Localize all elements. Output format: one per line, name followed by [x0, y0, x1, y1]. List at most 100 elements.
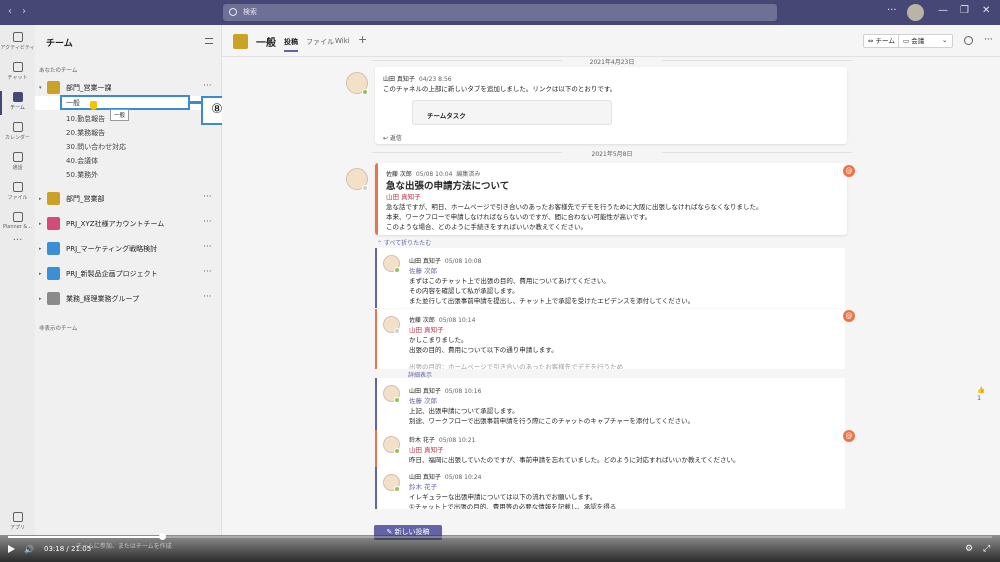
search-icon — [229, 8, 237, 16]
search-input[interactable]: 検索 — [223, 4, 777, 21]
post-text: 急な話ですが、明日、ホームページで引き合いのあったお客様先でデモを行うために大阪… — [386, 203, 763, 211]
tab-posts[interactable]: 投稿 — [284, 37, 298, 52]
rail-chat[interactable]: チャット — [0, 59, 35, 89]
rail-calendar[interactable]: カレンダー — [0, 119, 35, 149]
channel-item[interactable]: 50.業務外 — [66, 170, 98, 180]
close-button[interactable]: ✕ — [982, 5, 990, 16]
reply-text: イレギュラーな出張申請については以下の流れでお願いします。 — [409, 493, 597, 501]
panel-title: チーム — [46, 39, 73, 49]
mention[interactable]: 山田 真知子 — [386, 191, 421, 201]
team-icon — [47, 242, 60, 255]
progress-knob[interactable] — [159, 533, 167, 540]
chevron-right-icon[interactable]: ▸ — [39, 221, 42, 227]
more-options-icon[interactable]: ··· — [980, 34, 997, 48]
more-options-icon[interactable]: ··· — [203, 192, 212, 202]
channel-item[interactable]: 40.会議体 — [66, 156, 98, 166]
team-icon — [47, 81, 60, 94]
section-your-teams[interactable]: あなたのチーム — [39, 66, 77, 74]
mention[interactable]: 山田 真知子 — [409, 444, 444, 454]
calendar-icon — [12, 122, 23, 132]
tab-wiki[interactable]: Wiki — [335, 37, 350, 45]
post-meta: 山田 真知子 04/23 8:56 — [383, 76, 452, 83]
reply-text: その内容を確認して私が承認します。 — [409, 287, 519, 295]
reply-text: まずはこのチャット上で出張の目的、費用についてあげてください。 — [409, 277, 610, 285]
rail-calls[interactable]: 通話 — [0, 149, 35, 179]
play-icon[interactable] — [8, 545, 15, 553]
rail-teams[interactable]: チーム — [0, 89, 35, 119]
mention[interactable]: 佐藤 次郎 — [409, 265, 437, 275]
team-button[interactable]: ⇔ チーム — [863, 34, 900, 48]
tab-card[interactable]: チームタスク — [412, 100, 612, 125]
meet-dropdown-icon[interactable]: ⌄ — [938, 34, 951, 48]
app-rail: アクティビティ チャット チーム カレンダー 通話 ファイル Planner &… — [0, 25, 35, 535]
reply-item: 山田 真知子 05/08 10:16 佐藤 次郎 上記、出張申請について承認します… — [375, 378, 985, 432]
chevron-right-icon[interactable]: ▸ — [39, 246, 42, 252]
progress-track[interactable] — [8, 533, 992, 540]
reply-text: 別途、ワークフローで出張事前申請を行う際にこのチャットのキャプチャーを添付してく… — [409, 417, 694, 425]
fullscreen-icon[interactable]: ⤢ — [983, 544, 990, 554]
settings-icon[interactable]: ⚙ — [965, 544, 973, 554]
filter-icon[interactable] — [205, 38, 213, 44]
reply-text: かしこまりました。 — [409, 336, 468, 344]
user-avatar[interactable] — [907, 4, 924, 21]
section-hidden-teams[interactable]: 非表示のチーム — [39, 324, 77, 332]
channel-item[interactable]: 30.問い合わせ対応 — [66, 142, 126, 152]
add-tab-icon[interactable]: + — [358, 33, 367, 46]
reply-link[interactable]: ↩ 返信 — [383, 133, 402, 142]
post-card: 佐藤 次郎 05/08 10:04 編集済み 急な出張の申請方法について 山田 真知… — [375, 163, 847, 235]
chevron-right-icon[interactable]: ▸ — [39, 196, 42, 202]
team-icon — [47, 292, 60, 305]
post-meta: 佐藤 次郎 05/08 10:04 編集済み — [386, 171, 481, 178]
presence-icon — [394, 328, 400, 334]
thumbs-up-icon: 👍 — [977, 386, 986, 394]
mention-badge-icon: @ — [843, 165, 855, 177]
title-bar: ‹ › 検索 ··· — ❐ ✕ — [0, 0, 1000, 25]
reply-text: 昨日、福岡に出張していたのですが、事前申請を忘れていました。どのように対応すれば… — [409, 456, 740, 464]
reply-text: ①チャット上で出張の目的、費用等の必要な情報を記載し、承認を得る — [409, 503, 617, 509]
reply-text: また並行して出張事前申請を提出し、チャット上で承認を受けたエビデンスを添付してく… — [409, 297, 695, 305]
maximize-button[interactable]: ❐ — [960, 5, 969, 16]
minimize-button[interactable]: — — [938, 5, 948, 16]
join-or-create-team[interactable]: チームに参加、またはチームを作成 — [76, 541, 172, 550]
more-options-icon[interactable]: ··· — [203, 217, 212, 227]
date-divider: 2021年4月23日 — [372, 57, 852, 66]
reply-meta: 鈴木 花子 05/08 10:21 — [409, 437, 476, 444]
like-reaction[interactable]: 👍 1 — [977, 386, 985, 402]
channel-item[interactable]: 20.業務報告 — [66, 128, 105, 138]
tab-files[interactable]: ファイル — [306, 37, 334, 47]
team-row[interactable]: ▸ PRJ_XYZ社様アカウントチーム ··· — [35, 216, 222, 232]
reply-item: 鈴木 花子 05/08 10:21 山田 真知子 昨日、福岡に出張していたのですが… — [375, 430, 845, 468]
chevron-down-icon[interactable]: ▾ — [39, 85, 42, 91]
back-icon[interactable]: ‹ — [8, 6, 12, 17]
reply-meta: 山田 真知子 05/08 10:24 — [409, 474, 482, 481]
chevron-right-icon[interactable]: ▸ — [39, 296, 42, 302]
reply-text: 出張の目的、費用について以下の通り申請します。 — [409, 346, 558, 354]
channel-item[interactable]: 10.勤怠報告 — [66, 114, 105, 124]
more-options-icon[interactable]: ··· — [887, 5, 897, 16]
mention[interactable]: 山田 真知子 — [409, 324, 444, 334]
rail-activity[interactable]: アクティビティ — [0, 29, 35, 59]
phone-icon — [12, 152, 23, 162]
more-options-icon[interactable]: ··· — [203, 81, 212, 91]
forward-icon[interactable]: › — [22, 6, 26, 17]
info-icon[interactable] — [964, 36, 973, 45]
team-row[interactable]: ▸ 業務_経理業務グループ ··· — [35, 291, 222, 307]
rail-files[interactable]: ファイル — [0, 179, 35, 209]
team-row[interactable]: ▸ 部門_営業部 ··· — [35, 191, 222, 207]
apps-icon — [12, 512, 23, 522]
volume-icon[interactable]: 🔊 — [24, 545, 34, 554]
collapse-all-link[interactable]: ⌃ すべて折りたたむ — [377, 238, 431, 247]
team-row[interactable]: ▾ 部門_営業一課 ··· — [35, 80, 222, 96]
more-options-icon[interactable]: ··· — [203, 242, 212, 252]
reply-item: 山田 真知子 05/08 10:24 鈴木 花子 イレギュラーな出張申請については… — [375, 467, 845, 509]
chevron-right-icon[interactable]: ▸ — [39, 271, 42, 277]
mention[interactable]: 佐藤 次郎 — [409, 395, 437, 405]
rail-more[interactable]: ··· — [0, 235, 35, 265]
mention[interactable]: 鈴木 花子 — [409, 481, 437, 491]
date-divider: 2021年5月8日 — [372, 149, 852, 158]
more-options-icon[interactable]: ··· — [203, 267, 212, 277]
team-row[interactable]: ▸ PRJ_新製品企画プロジェクト ··· — [35, 266, 222, 282]
more-options-icon[interactable]: ··· — [203, 292, 212, 302]
channel-header: 一般 投稿 ファイル Wiki + ⇔ チーム ▭ 会議 ⌄ ··· — [222, 25, 1000, 57]
team-row[interactable]: ▸ PRJ_マーケティング戦略検討 ··· — [35, 241, 222, 257]
